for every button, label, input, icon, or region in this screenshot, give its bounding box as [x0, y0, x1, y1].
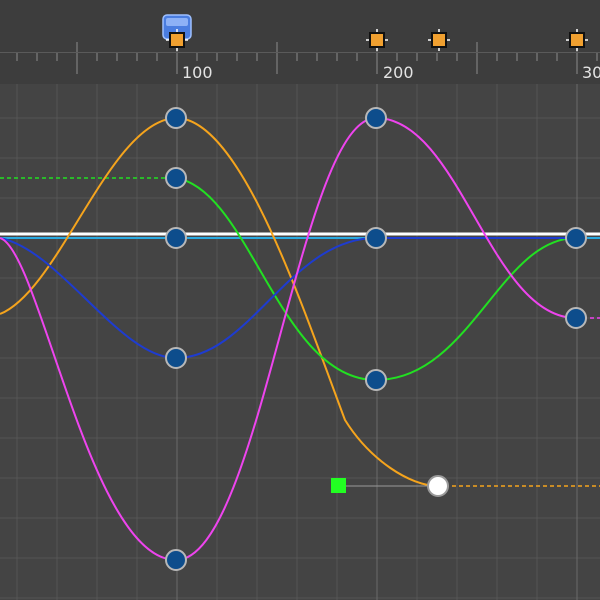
curve-graph[interactable] [0, 84, 600, 600]
keyframe-point[interactable] [165, 227, 187, 249]
keyframe-point[interactable] [165, 107, 187, 129]
keyframe-point[interactable] [365, 107, 387, 129]
curve-green[interactable] [175, 177, 577, 382]
keyframe-point[interactable] [365, 227, 387, 249]
keyframe-point-selected[interactable] [427, 475, 449, 497]
keyframe-point[interactable] [565, 307, 587, 329]
keyframes [165, 107, 587, 571]
timeline-keyframe-marker[interactable] [366, 29, 388, 51]
graph-grid [0, 84, 600, 600]
keyframe-point[interactable] [365, 369, 387, 391]
ruler-label-100: 100 [182, 63, 213, 82]
ruler-svg: 100 200 30 [0, 14, 600, 82]
keyframe-point[interactable] [165, 347, 187, 369]
timeline-ruler[interactable]: 100 200 30 [0, 0, 600, 84]
keyframe-point[interactable] [565, 227, 587, 249]
timeline-keyframe-marker[interactable] [428, 29, 450, 51]
curve-editor: 100 200 30 [0, 0, 600, 600]
curve-graph-svg [0, 84, 600, 600]
timeline-keyframe-marker[interactable] [566, 29, 588, 51]
keyframe-point[interactable] [165, 549, 187, 571]
ruler-label-300: 30 [582, 63, 600, 82]
curve-orange[interactable] [0, 116, 439, 487]
curve-magenta[interactable] [0, 116, 577, 562]
tangent-handle[interactable] [331, 478, 346, 493]
timeline-keyframe-marker[interactable] [166, 29, 188, 51]
curve-blue[interactable] [0, 236, 576, 360]
ruler-ticks [16, 42, 598, 74]
ruler-label-200: 200 [383, 63, 414, 82]
keyframe-point[interactable] [165, 167, 187, 189]
